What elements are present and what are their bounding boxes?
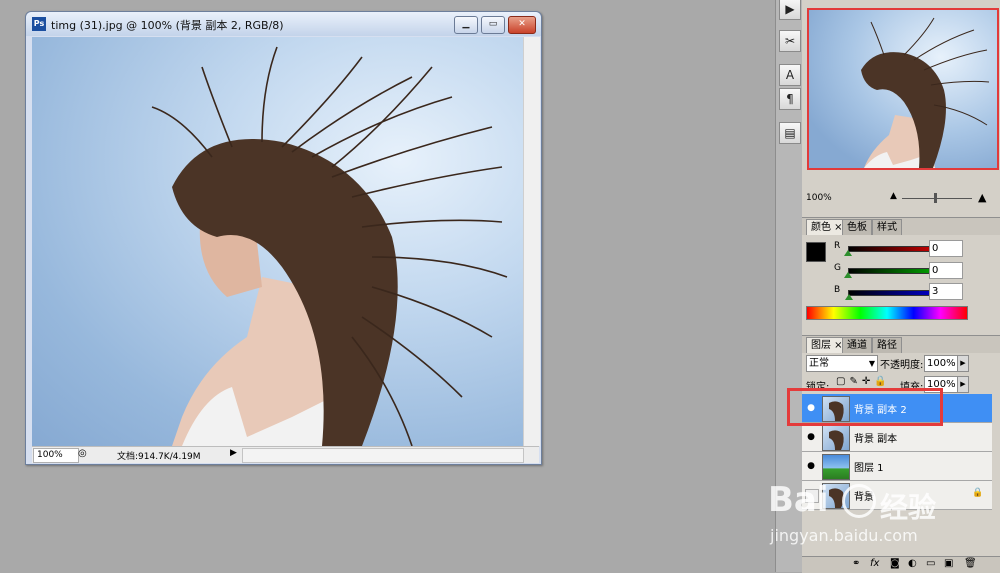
mask-icon[interactable]: ◙ — [890, 558, 900, 569]
visibility-eye-icon[interactable]: ● — [805, 431, 817, 443]
blue-slider-thumb[interactable] — [845, 294, 853, 300]
tab-channels[interactable]: 通道 — [842, 337, 872, 353]
vertical-scrollbar[interactable] — [523, 37, 540, 446]
zoom-field[interactable]: 100% — [33, 448, 79, 463]
image-canvas[interactable] — [32, 37, 523, 446]
tab-paths[interactable]: 路径 — [872, 337, 902, 353]
watermark-brand-cn: 经验 — [880, 491, 937, 524]
document-title: timg (31).jpg @ 100% (背景 副本 2, RGB/8) — [51, 19, 284, 32]
tool-presets-icon[interactable]: ✂ — [779, 30, 801, 52]
navigator-zoom-value[interactable]: 100% — [806, 193, 832, 203]
document-window[interactable]: Ps timg (31).jpg @ 100% (背景 副本 2, RGB/8)… — [25, 11, 542, 465]
navigator-preview[interactable] — [807, 8, 999, 170]
visibility-eye-icon[interactable]: ● — [805, 460, 817, 472]
layers-bottom-toolbar: ⚭ fx ◙ ◐ ▭ ▣ 🗑 — [802, 556, 1000, 573]
new-layer-icon[interactable]: ▣ — [944, 558, 953, 569]
link-icon[interactable]: ⚭ — [852, 558, 860, 569]
opacity-label: 不透明度: — [880, 360, 924, 371]
navigator-thumbnail — [809, 10, 997, 168]
navigator-footer: 100% ▲ ▲ — [802, 191, 1000, 205]
highlight-annotation — [787, 388, 943, 426]
photoshop-document-icon: Ps — [32, 17, 46, 31]
green-slider-thumb[interactable] — [844, 272, 852, 278]
watermark-url: jingyan.baidu.com — [770, 526, 918, 545]
maximize-button[interactable]: ▭ — [481, 16, 505, 34]
watermark-brand: Bai — [768, 480, 829, 520]
document-size-info: 文档:914.7K/4.19M — [117, 452, 201, 462]
layer-row[interactable]: ● 图层 1 — [802, 452, 992, 481]
blue-value-field[interactable]: 3 — [929, 283, 963, 300]
zoom-in-icon[interactable]: ▲ — [978, 191, 986, 204]
actions-play-icon[interactable]: ▶ — [779, 0, 801, 20]
folder-icon[interactable]: ▭ — [926, 558, 935, 569]
zoom-slider-thumb[interactable] — [934, 193, 937, 203]
lock-icons[interactable]: ▢✎✛🔒 — [836, 376, 891, 387]
document-titlebar[interactable]: Ps timg (31).jpg @ 100% (背景 副本 2, RGB/8)… — [26, 12, 541, 36]
green-value-field[interactable]: 0 — [929, 262, 963, 279]
tab-styles[interactable]: 样式 — [872, 219, 902, 235]
red-value-field[interactable]: 0 — [929, 240, 963, 257]
foreground-color-swatch[interactable] — [806, 242, 826, 262]
adjustment-icon[interactable]: ◐ — [908, 558, 917, 569]
paragraph-panel-icon[interactable]: ¶ — [779, 88, 801, 110]
fx-icon[interactable]: fx — [870, 558, 879, 569]
close-button[interactable]: ✕ — [508, 16, 536, 34]
character-panel-icon[interactable]: A — [779, 64, 801, 86]
tab-swatches[interactable]: 色板 — [842, 219, 872, 235]
chevron-down-icon: ▼ — [868, 359, 875, 368]
trash-icon[interactable]: 🗑 — [964, 558, 977, 569]
layers-panel-tabbar: 图层 × 通道 路径 — [802, 335, 1000, 353]
zoom-options-icon[interactable]: ◎ — [78, 448, 87, 459]
opacity-field[interactable]: 100% — [924, 355, 958, 372]
red-slider-thumb[interactable] — [844, 250, 852, 256]
layer-row[interactable]: ● 背景 副本 — [802, 423, 992, 452]
horizontal-scrollbar[interactable] — [242, 448, 524, 463]
layer-comps-icon[interactable]: ▤ — [779, 122, 801, 144]
paw-logo-icon — [842, 484, 876, 518]
blend-mode-select[interactable]: 正常 ▼ — [806, 355, 878, 372]
layer-thumbnail — [822, 425, 850, 451]
lock-icon: 🔒 — [972, 488, 984, 498]
minimize-button[interactable]: ▁ — [454, 16, 478, 34]
zoom-out-icon[interactable]: ▲ — [890, 191, 897, 201]
layer-thumbnail — [822, 454, 850, 480]
color-panel-tabbar: 颜色 × 色板 样式 — [802, 217, 1000, 235]
baidu-jingyan-watermark: Bai 经验 jingyan.baidu.com — [768, 480, 948, 555]
color-spectrum-bar[interactable] — [806, 306, 968, 320]
status-menu-arrow-icon[interactable]: ▶ — [230, 448, 237, 458]
zoom-slider[interactable] — [902, 198, 972, 199]
fill-arrow-icon[interactable]: ▶ — [957, 376, 969, 393]
document-status-bar: 100% ◎ 文档:914.7K/4.19M ▶ — [32, 446, 539, 463]
opacity-arrow-icon[interactable]: ▶ — [957, 355, 969, 372]
woman-hair-photo — [151, 46, 508, 446]
